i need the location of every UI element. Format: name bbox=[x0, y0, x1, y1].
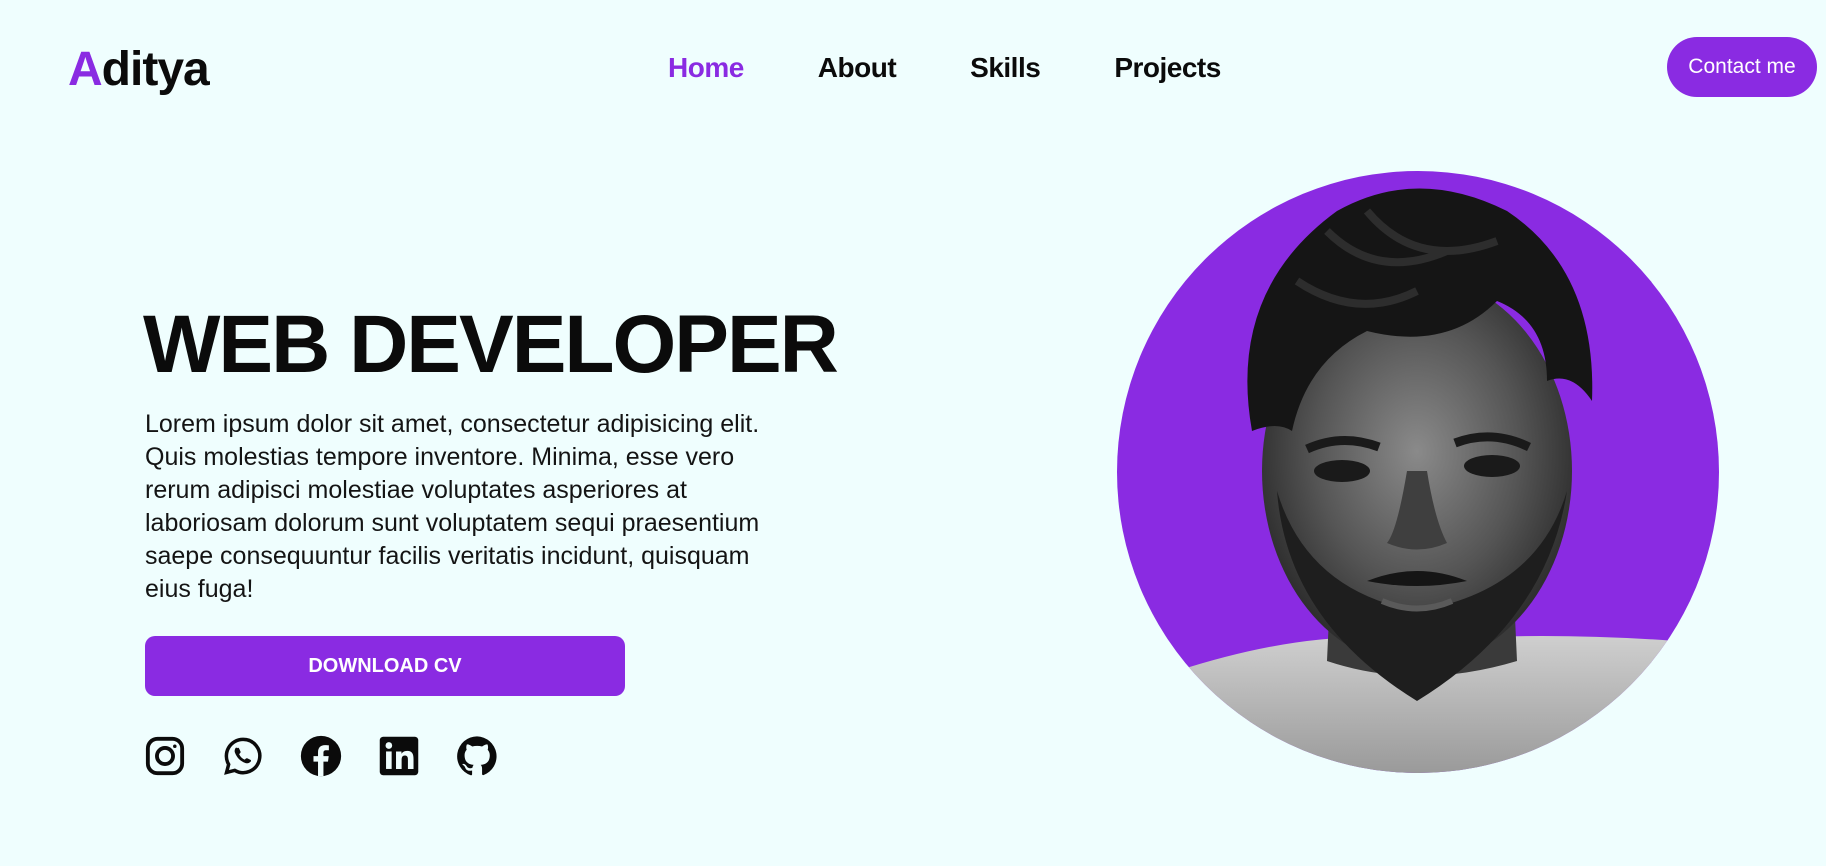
contact-button[interactable]: Contact me bbox=[1667, 37, 1817, 97]
github-icon[interactable] bbox=[456, 735, 498, 777]
nav-home[interactable]: Home bbox=[668, 50, 744, 86]
logo-rest: ditya bbox=[101, 43, 210, 96]
nav-projects[interactable]: Projects bbox=[1114, 50, 1221, 86]
page: Aditya Home About Skills Projects Contac… bbox=[0, 0, 1826, 866]
logo-initial: A bbox=[68, 43, 103, 96]
hero-title: WEB DEVELOPER bbox=[143, 299, 839, 390]
profile-photo bbox=[1117, 171, 1719, 773]
whatsapp-icon[interactable] bbox=[222, 735, 264, 777]
facebook-icon[interactable] bbox=[300, 735, 342, 777]
logo[interactable]: Aditya bbox=[68, 40, 210, 100]
nav-about[interactable]: About bbox=[818, 50, 897, 86]
instagram-icon[interactable] bbox=[144, 735, 186, 777]
main-nav: Home About Skills Projects bbox=[668, 50, 1221, 86]
hero-description: Lorem ipsum dolor sit amet, consectetur … bbox=[145, 410, 760, 603]
linkedin-icon[interactable] bbox=[378, 735, 420, 777]
nav-skills[interactable]: Skills bbox=[970, 50, 1041, 86]
download-cv-button[interactable]: DOWNLOAD CV bbox=[145, 636, 625, 696]
social-links bbox=[144, 735, 498, 777]
